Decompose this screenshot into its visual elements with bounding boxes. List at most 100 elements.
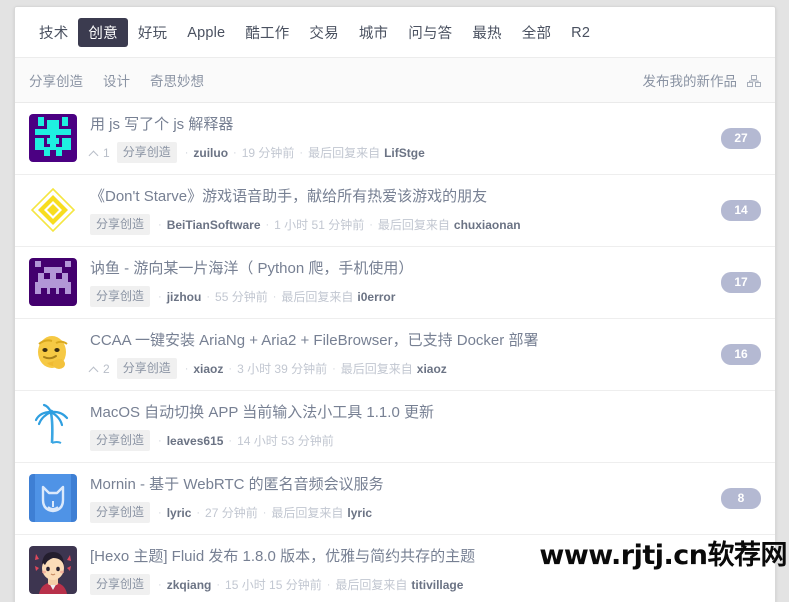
node-tag[interactable]: 分享创造 [90, 214, 151, 235]
table-row[interactable]: 讷鱼 - 游向某一片海洋（ Python 爬，手机使用） 分享创造 · jizh… [15, 247, 775, 319]
tab-r2[interactable]: R2 [561, 21, 600, 45]
table-row[interactable]: MacOS 自动切换 APP 当前输入法小工具 1.1.0 更新 分享创造 · … [15, 391, 775, 463]
last-reply-user[interactable]: xiaoz [417, 361, 447, 377]
author-name[interactable]: BeiTianSoftware [167, 217, 261, 233]
post-time: 27 分钟前 [205, 505, 258, 520]
node-tag[interactable]: 分享创造 [90, 502, 151, 523]
vote-count[interactable]: 2 [90, 361, 110, 377]
topic-title[interactable]: 讷鱼 - 游向某一片海洋（ Python 爬，手机使用） [90, 259, 711, 278]
meta-separator: · [184, 146, 189, 159]
site-watermark: www.rjtj.cn软荐网 [539, 540, 787, 571]
post-time: 55 分钟前 [215, 289, 268, 304]
author-name[interactable]: leaves615 [167, 433, 224, 449]
author-name[interactable]: zuiluo [193, 145, 228, 161]
subnav-item-share-create[interactable]: 分享创造 [29, 70, 83, 90]
topic-title[interactable]: MacOS 自动切换 APP 当前输入法小工具 1.1.0 更新 [90, 403, 711, 422]
last-reply-user[interactable]: chuxiaonan [454, 217, 521, 233]
meta-separator: · [228, 362, 233, 375]
meta-separator: · [369, 218, 373, 231]
avatar[interactable] [29, 258, 77, 306]
secondary-nav-bar: 分享创造 设计 奇思妙想 发布我的新作品 [15, 58, 775, 103]
secondary-nav-items: 分享创造 设计 奇思妙想 [29, 70, 204, 90]
node-tag[interactable]: 分享创造 [90, 574, 151, 595]
last-reply-user[interactable]: lyric [347, 505, 372, 521]
meta-separator: · [262, 506, 267, 519]
author-name[interactable]: jizhou [167, 289, 202, 305]
vote-count[interactable]: 1 [90, 145, 110, 161]
last-reply-user[interactable]: titivillage [411, 577, 463, 593]
topic-title[interactable]: 用 js 写了个 js 解释器 [90, 115, 711, 134]
topic-meta: 1 分享创造 · zuiluo · 19 分钟前 · 最后回复来自 LifStg… [90, 142, 711, 163]
tab-qna[interactable]: 问与答 [398, 18, 462, 47]
reply-count-badge[interactable]: 8 [721, 488, 761, 509]
avatar[interactable] [29, 330, 77, 378]
topic-meta: 分享创造 · zkqiang · 15 小时 15 分钟前 · 最后回复来自 t… [90, 574, 711, 595]
topic-meta: 分享创造 · jizhou · 55 分钟前 · 最后回复来自 i0error [90, 286, 711, 307]
topic-title[interactable]: CCAA 一键安装 AriaNg + Aria2 + FileBrowser，已… [90, 331, 711, 350]
post-time: 19 分钟前 [241, 145, 295, 160]
post-time: 3 小时 39 分钟前 [237, 361, 328, 376]
node-tag[interactable]: 分享创造 [116, 358, 177, 379]
meta-separator: · [196, 506, 201, 519]
page-root: 技术 创意 好玩 Apple 酷工作 交易 城市 问与答 最热 全部 R2 分享… [0, 0, 789, 602]
subnav-item-ideas[interactable]: 奇思妙想 [150, 70, 204, 90]
meta-separator: · [206, 290, 211, 303]
table-row[interactable]: Mornin - 基于 WebRTC 的匿名音频会议服务 分享创造 · lyri… [15, 463, 775, 535]
last-reply-label: 最后回复来自 [340, 361, 413, 376]
table-row[interactable]: 用 js 写了个 js 解释器 1 分享创造 · zuiluo · 19 分钟前… [15, 103, 775, 175]
author-name[interactable]: xiaoz [193, 361, 223, 377]
topic-meta: 2 分享创造 · xiaoz · 3 小时 39 分钟前 · 最后回复来自 xi… [90, 358, 711, 379]
avatar[interactable] [29, 186, 77, 234]
secondary-nav-actions: 发布我的新作品 [643, 70, 761, 90]
content-card: 技术 创意 好玩 Apple 酷工作 交易 城市 问与答 最热 全部 R2 分享… [14, 6, 776, 602]
topic-title[interactable]: Mornin - 基于 WebRTC 的匿名音频会议服务 [90, 475, 711, 494]
topic-body: MacOS 自动切换 APP 当前输入法小工具 1.1.0 更新 分享创造 · … [90, 402, 711, 451]
topic-title[interactable]: 《Don't Starve》游戏语音助手，献给所有热爱该游戏的朋友 [90, 187, 711, 206]
node-tag[interactable]: 分享创造 [90, 430, 151, 451]
topic-body: CCAA 一键安装 AriaNg + Aria2 + FileBrowser，已… [90, 330, 711, 379]
table-row[interactable]: CCAA 一键安装 AriaNg + Aria2 + FileBrowser，已… [15, 319, 775, 391]
avatar[interactable] [29, 546, 77, 594]
tab-fun[interactable]: 好玩 [128, 18, 177, 47]
topic-body: 讷鱼 - 游向某一片海洋（ Python 爬，手机使用） 分享创造 · jizh… [90, 258, 711, 307]
meta-separator: · [233, 146, 237, 159]
tab-tech[interactable]: 技术 [29, 18, 78, 47]
last-reply-user[interactable]: i0error [357, 289, 395, 305]
tab-apple[interactable]: Apple [177, 21, 235, 45]
last-reply-user[interactable]: LifStge [384, 145, 425, 161]
publish-new-work-link[interactable]: 发布我的新作品 [643, 70, 738, 90]
grid-icon[interactable] [747, 74, 761, 87]
tab-all[interactable]: 全部 [512, 18, 561, 47]
topic-body: Mornin - 基于 WebRTC 的匿名音频会议服务 分享创造 · lyri… [90, 474, 711, 523]
tab-creative[interactable]: 创意 [78, 18, 128, 47]
reply-count-badge[interactable]: 27 [721, 128, 761, 149]
meta-separator: · [228, 434, 233, 447]
tab-deals[interactable]: 交易 [299, 18, 348, 47]
author-name[interactable]: zkqiang [167, 577, 212, 593]
post-time: 15 小时 15 分钟前 [225, 577, 322, 592]
author-name[interactable]: lyric [167, 505, 192, 521]
topic-body: 用 js 写了个 js 解释器 1 分享创造 · zuiluo · 19 分钟前… [90, 114, 711, 163]
meta-separator: · [158, 578, 162, 591]
last-reply-label: 最后回复来自 [377, 217, 450, 232]
avatar[interactable] [29, 402, 77, 450]
topic-meta: 分享创造 · lyric · 27 分钟前 · 最后回复来自 lyric [90, 502, 711, 523]
reply-count-badge[interactable]: 16 [721, 344, 761, 365]
table-row[interactable]: 《Don't Starve》游戏语音助手，献给所有热爱该游戏的朋友 分享创造 ·… [15, 175, 775, 247]
node-tag[interactable]: 分享创造 [116, 142, 177, 163]
tab-city[interactable]: 城市 [349, 18, 398, 47]
reply-count-badge[interactable]: 17 [721, 272, 761, 293]
primary-tab-bar: 技术 创意 好玩 Apple 酷工作 交易 城市 问与答 最热 全部 R2 [15, 7, 775, 58]
avatar[interactable] [29, 474, 77, 522]
node-tag[interactable]: 分享创造 [90, 286, 151, 307]
reply-count-badge[interactable]: 14 [721, 200, 761, 221]
topic-meta: 分享创造 · BeiTianSoftware · 1 小时 51 分钟前 · 最… [90, 214, 711, 235]
meta-separator: · [332, 362, 336, 375]
topic-meta: 分享创造 · leaves615 · 14 小时 53 分钟前 [90, 430, 711, 451]
tab-jobs[interactable]: 酷工作 [235, 18, 299, 47]
topic-body: 《Don't Starve》游戏语音助手，献给所有热爱该游戏的朋友 分享创造 ·… [90, 186, 711, 235]
subnav-item-design[interactable]: 设计 [103, 70, 130, 90]
avatar[interactable] [29, 114, 77, 162]
meta-separator: · [299, 146, 304, 159]
tab-hot[interactable]: 最热 [462, 18, 511, 47]
